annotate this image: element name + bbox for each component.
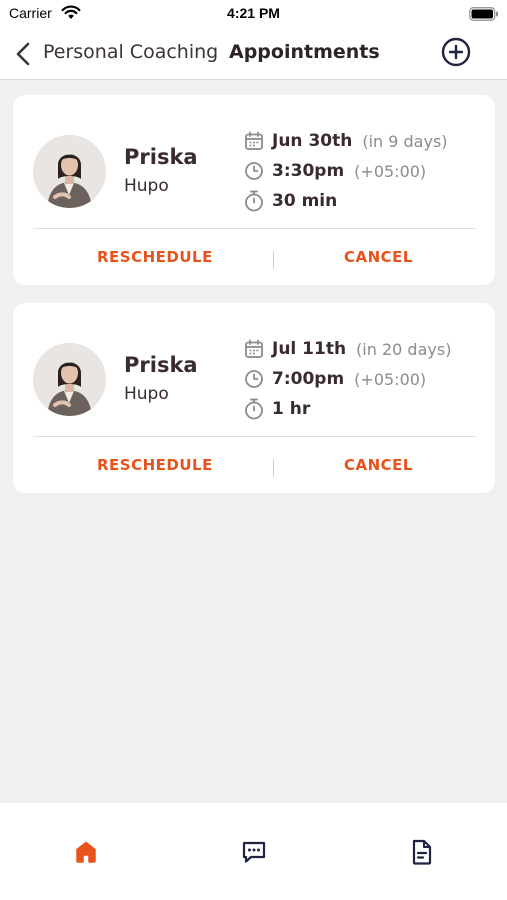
coach-photo <box>33 135 106 208</box>
date-row: Jun 30th (in 9 days) <box>243 129 448 153</box>
coach-photo <box>33 343 106 416</box>
appointment-relative-date: (in 9 days) <box>362 131 448 151</box>
reschedule-button[interactable]: RESCHEDULE <box>97 248 213 266</box>
cancel-button[interactable]: CANCEL <box>344 248 413 266</box>
cancel-button[interactable]: CANCEL <box>344 456 413 474</box>
card-divider <box>33 436 475 437</box>
stopwatch-icon <box>243 398 265 420</box>
tab-documents[interactable] <box>407 837 437 867</box>
tab-home[interactable] <box>71 837 101 867</box>
coach-first-name: Priska <box>124 145 198 169</box>
clock: 4:21 PM <box>227 5 280 21</box>
back-button[interactable] <box>12 40 34 68</box>
tab-bar <box>0 803 507 900</box>
coach-last-name: Hupo <box>124 176 169 196</box>
appointment-timezone: (+05:00) <box>354 161 427 181</box>
coach-last-name: Hupo <box>124 384 169 404</box>
clock-icon <box>243 368 265 390</box>
status-bar: Carrier 4:21 PM <box>0 0 507 28</box>
page-title: Appointments <box>229 41 380 63</box>
chevron-left-icon <box>16 42 30 66</box>
appointment-timezone: (+05:00) <box>354 369 427 389</box>
appointment-card: Priska Hupo Jul 11th (in 20 days) 7:00pm… <box>13 303 495 493</box>
appointment-date: Jul 11th <box>272 339 347 359</box>
appointment-date: Jun 30th <box>272 131 353 151</box>
date-row: Jul 11th (in 20 days) <box>243 337 451 361</box>
add-appointment-button[interactable] <box>440 36 472 68</box>
reschedule-button[interactable]: RESCHEDULE <box>97 456 213 474</box>
duration-row: 1 hr <box>243 397 310 421</box>
back-label[interactable]: Personal Coaching <box>43 41 218 63</box>
appointment-time: 7:00pm <box>272 369 345 389</box>
document-icon <box>412 839 432 865</box>
appointment-duration: 1 hr <box>272 399 311 419</box>
card-divider <box>33 228 475 229</box>
battery-icon <box>469 6 499 25</box>
appointment-relative-date: (in 20 days) <box>356 339 452 359</box>
message-icon <box>242 841 266 863</box>
duration-row: 30 min <box>243 189 337 213</box>
appointment-duration: 30 min <box>272 191 338 211</box>
stopwatch-icon <box>243 190 265 212</box>
appointment-card: Priska Hupo Jun 30th (in 9 days) 3:30pm … <box>13 95 495 285</box>
tab-messages[interactable] <box>239 837 269 867</box>
navigation-bar: Personal Coaching Appointments <box>0 28 507 80</box>
avatar <box>33 343 106 416</box>
home-icon <box>76 841 96 863</box>
calendar-icon <box>243 130 265 152</box>
appointment-time: 3:30pm <box>272 161 345 181</box>
time-row: 3:30pm (+05:00) <box>243 159 426 183</box>
action-separator <box>273 251 274 269</box>
calendar-icon <box>243 338 265 360</box>
time-row: 7:00pm (+05:00) <box>243 367 426 391</box>
plus-circle-icon <box>441 37 471 67</box>
clock-icon <box>243 160 265 182</box>
action-separator <box>273 459 274 477</box>
avatar <box>33 135 106 208</box>
coach-first-name: Priska <box>124 353 198 377</box>
